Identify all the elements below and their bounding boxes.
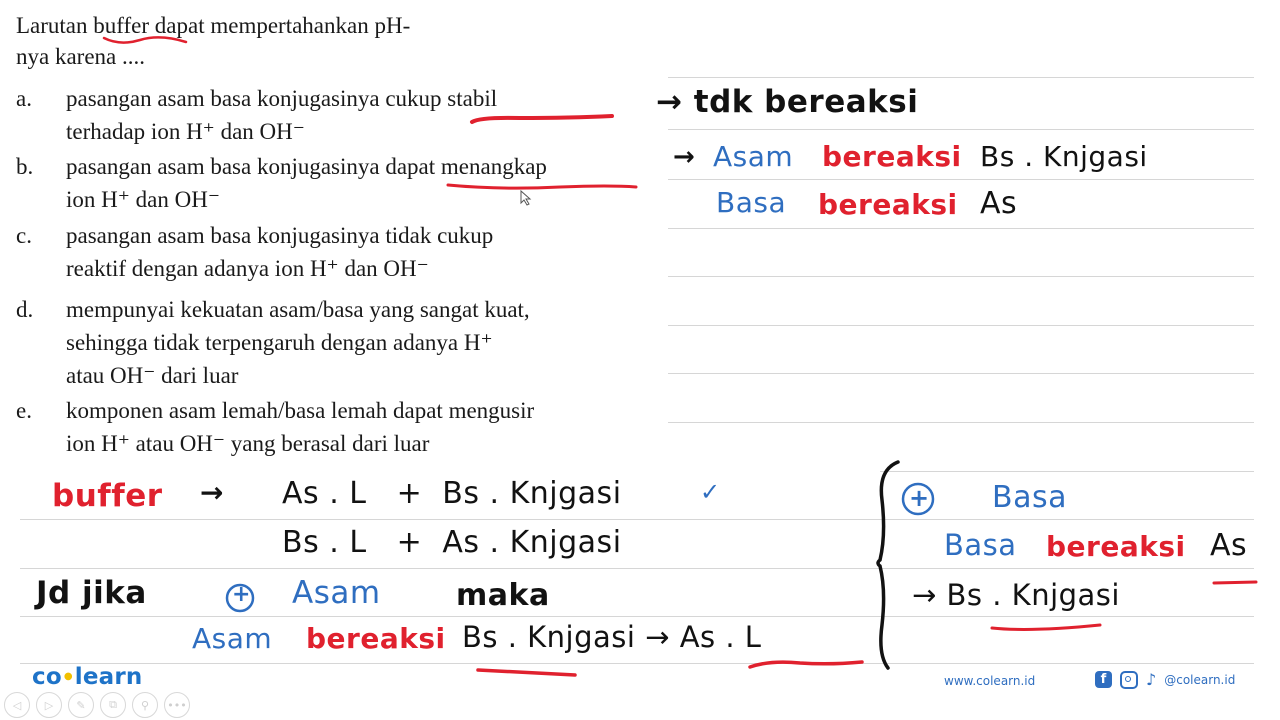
mouse-cursor-icon	[520, 189, 532, 211]
note-pair-2: Bs . L + As . Knjgasi	[282, 525, 622, 560]
note-b-verb: bereaksi	[822, 140, 962, 173]
note-added-acid: Asam	[292, 575, 381, 611]
note-buffer-label: buffer	[52, 478, 163, 514]
note-b-base-verb: bereaksi	[818, 188, 958, 221]
logo-co: co	[32, 664, 62, 690]
note-b-base-target: As	[980, 186, 1018, 221]
note-b-base: Basa	[716, 186, 787, 219]
note-acid-target: Bs . Knjgasi → As . L	[462, 620, 762, 654]
underline-cukup-stabil	[470, 114, 614, 124]
note-added-base: Basa	[992, 480, 1067, 515]
tiktok-icon[interactable]: ♪	[1146, 670, 1156, 689]
social-links: f ♪ @colearn.id	[1095, 670, 1235, 689]
note-buffer-arrow: →	[200, 476, 224, 509]
player-controls: ◁ ▷ ✎ ⧉ ⚲ •••	[4, 692, 190, 718]
note-acid-subject: Asam	[192, 622, 273, 655]
next-icon[interactable]: ▷	[36, 692, 62, 718]
note-acid-verb: bereaksi	[306, 622, 446, 655]
note-base-target: As	[1210, 528, 1248, 563]
logo-learn: learn	[74, 664, 143, 690]
colearn-logo: co ●learn	[32, 664, 143, 690]
plus-icon-left: +	[232, 582, 251, 607]
note-b-acid: Asam	[713, 140, 794, 173]
underline-as-l	[748, 660, 864, 669]
more-icon[interactable]: •••	[164, 692, 190, 718]
note-base-subject: Basa	[944, 528, 1017, 562]
note-option-a: → tdk bereaksi	[656, 84, 919, 120]
underline-buffer	[102, 36, 188, 44]
website-link[interactable]: www.colearn.id	[944, 674, 1035, 688]
underline-bs-knjgasi	[476, 668, 577, 677]
plus-icon-right: +	[909, 484, 930, 512]
underline-dapat-menangkap	[446, 183, 638, 190]
note-jd-jika: Jd jika	[36, 575, 147, 611]
instagram-icon[interactable]	[1120, 670, 1138, 689]
copy-icon[interactable]: ⧉	[100, 692, 126, 718]
annotation-strokes	[102, 36, 1258, 677]
curly-brace	[876, 460, 900, 670]
previous-icon[interactable]: ◁	[4, 692, 30, 718]
social-handle[interactable]: @colearn.id	[1164, 673, 1235, 687]
zoom-icon[interactable]: ⚲	[132, 692, 158, 718]
facebook-icon[interactable]: f	[1095, 671, 1112, 688]
underline-as-right	[1212, 580, 1258, 585]
underline-bs-knjgasi-right	[990, 623, 1102, 631]
note-pair-1: As . L + Bs . Knjgasi	[282, 476, 622, 511]
note-b-target: Bs . Knjgasi	[980, 140, 1148, 173]
pen-icon[interactable]: ✎	[68, 692, 94, 718]
note-b-arrow: →	[673, 142, 696, 172]
logo-dot: ●	[63, 671, 73, 682]
note-base-verb: bereaksi	[1046, 530, 1186, 563]
note-base-result: → Bs . Knjgasi	[912, 578, 1120, 612]
note-maka: maka	[456, 578, 550, 613]
check-icon: ✓	[700, 478, 721, 506]
